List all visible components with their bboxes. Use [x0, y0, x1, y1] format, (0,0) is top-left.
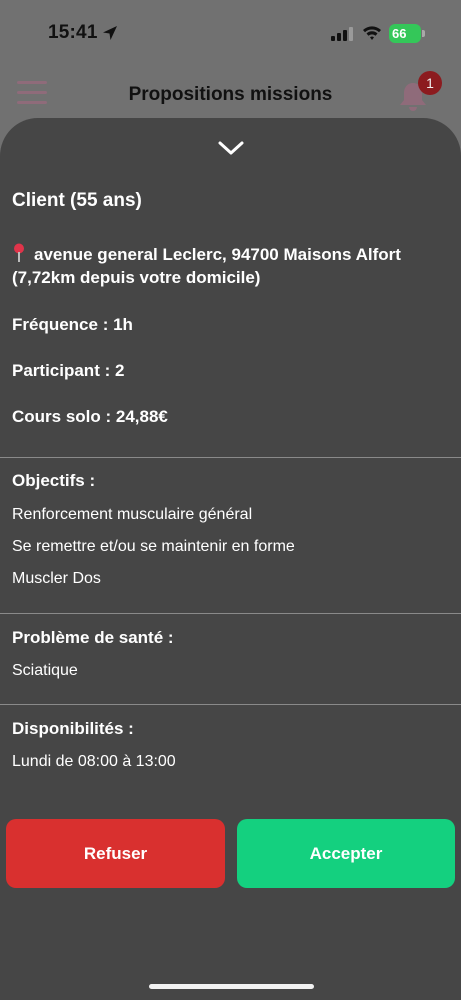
- screen: 15:41 66 Propositions missions 1 Client …: [0, 0, 461, 1000]
- divider: [0, 457, 461, 458]
- objective-item: Se remettre et/ou se maintenir en forme: [12, 538, 295, 555]
- app-header: Propositions missions 1: [0, 64, 461, 124]
- battery-icon: 66: [389, 24, 425, 43]
- home-indicator[interactable]: [149, 984, 314, 989]
- status-time: 15:41: [48, 22, 98, 43]
- frequency: Fréquence : 1h: [12, 315, 133, 334]
- divider: [0, 704, 461, 705]
- notification-badge: 1: [418, 71, 442, 95]
- health-title: Problème de santé :: [12, 628, 174, 647]
- client-name: Client (55 ans): [12, 190, 142, 211]
- location-arrow-icon: [103, 26, 117, 40]
- battery-cap: [422, 30, 425, 37]
- cellular-signal-icon: [331, 27, 353, 41]
- refuse-button[interactable]: Refuser: [6, 819, 225, 888]
- battery-percent: 66: [392, 26, 407, 41]
- solo-price: Cours solo : 24,88€: [12, 407, 168, 426]
- divider: [0, 613, 461, 614]
- wifi-icon: [363, 26, 381, 40]
- accept-button[interactable]: Accepter: [237, 819, 455, 888]
- notifications-button[interactable]: 1: [398, 71, 442, 112]
- page-title: Propositions missions: [128, 84, 333, 105]
- chevron-down-icon[interactable]: [217, 138, 245, 158]
- objective-item: Renforcement musculaire général: [12, 506, 253, 523]
- participants: Participant : 2: [12, 361, 125, 380]
- address-line: avenue general Leclerc, 94700 Maisons Al…: [34, 245, 401, 264]
- distance-text: (7,72km depuis votre domicile): [12, 268, 261, 287]
- status-bar: 15:41 66: [0, 0, 461, 64]
- availability-item: Lundi de 08:00 à 13:00: [12, 753, 176, 770]
- address-block: avenue general Leclerc, 94700 Maisons Al…: [12, 243, 452, 289]
- objective-item: Muscler Dos: [12, 570, 101, 587]
- availability-title: Disponibilités :: [12, 719, 134, 738]
- objectives-title: Objectifs :: [12, 471, 96, 490]
- mission-detail-sheet: Client (55 ans) avenue general Leclerc, …: [0, 118, 461, 1000]
- map-pin-icon: [14, 243, 24, 262]
- health-item: Sciatique: [12, 662, 78, 679]
